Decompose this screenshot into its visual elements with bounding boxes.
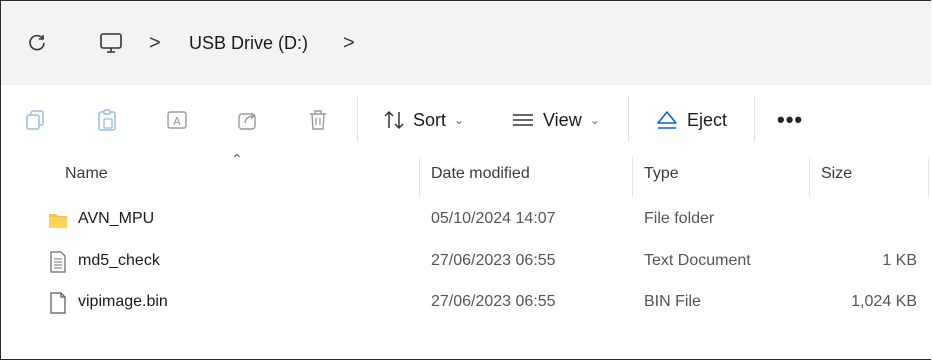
breadcrumb-chevron-icon[interactable]: >: [149, 32, 161, 55]
sort-label: Sort: [413, 109, 447, 130]
file-date-modified: 05/10/2024 14:07: [431, 210, 556, 227]
file-date-modified: 27/06/2023 06:55: [431, 252, 556, 269]
sort-ascending-icon: ⌃: [231, 151, 243, 167]
paste-icon[interactable]: [96, 108, 118, 132]
view-icon: [513, 114, 533, 126]
breadcrumb-usb-drive[interactable]: USB Drive (D:): [189, 33, 308, 54]
file-type: Text Document: [644, 252, 751, 269]
column-divider[interactable]: [928, 157, 929, 197]
eject-icon: [657, 111, 677, 129]
text-document-icon: [50, 251, 66, 273]
view-label: View: [543, 109, 582, 130]
list-item[interactable]: md5_check 27/06/2023 06:55 Text Document…: [1, 241, 931, 283]
address-bar: > USB Drive (D:) >: [1, 1, 931, 85]
sort-icon: [384, 110, 404, 130]
column-divider[interactable]: [809, 157, 810, 197]
this-pc-icon[interactable]: [97, 29, 125, 57]
file-type: File folder: [644, 210, 715, 227]
file-size: 1 KB: [882, 252, 917, 269]
chevron-down-icon: ⌄: [454, 113, 465, 127]
column-divider[interactable]: [419, 157, 420, 197]
toolbar-separator: [628, 96, 629, 142]
file-size: 1,024 KB: [851, 293, 917, 310]
delete-icon[interactable]: [307, 108, 329, 132]
breadcrumb-chevron-icon[interactable]: >: [343, 32, 355, 55]
toolbar-separator: [357, 96, 358, 142]
more-options-button[interactable]: •••: [777, 107, 803, 133]
share-icon[interactable]: [237, 108, 259, 132]
file-name: AVN_MPU: [78, 210, 155, 227]
column-header-size[interactable]: Size: [821, 165, 852, 183]
eject-label: Eject: [687, 109, 728, 130]
toolbar-separator: [754, 96, 755, 142]
eject-button[interactable]: Eject: [655, 101, 727, 139]
list-item[interactable]: vipimage.bin 27/06/2023 06:55 BIN File 1…: [1, 282, 931, 324]
sort-button[interactable]: Sort ⌄: [383, 101, 464, 139]
file-icon: [50, 292, 66, 314]
file-type: BIN File: [644, 293, 701, 310]
file-name: md5_check: [78, 252, 160, 269]
svg-text:A: A: [173, 115, 181, 128]
view-button[interactable]: View ⌄: [511, 101, 600, 139]
copy-icon[interactable]: [25, 108, 47, 132]
rename-icon[interactable]: A: [166, 108, 188, 132]
column-divider[interactable]: [632, 157, 633, 197]
list-item[interactable]: AVN_MPU 05/10/2024 14:07 File folder: [1, 199, 931, 241]
column-header-type[interactable]: Type: [644, 165, 679, 183]
refresh-icon[interactable]: [25, 31, 49, 55]
file-explorer-window: > USB Drive (D:) > A Sort ⌄ View ⌄ Eject…: [0, 0, 931, 360]
file-date-modified: 27/06/2023 06:55: [431, 293, 556, 310]
file-name: vipimage.bin: [78, 293, 168, 310]
column-header-date-modified[interactable]: Date modified: [431, 165, 530, 183]
column-header-name[interactable]: Name: [65, 165, 108, 183]
chevron-down-icon: ⌄: [589, 113, 600, 127]
folder-icon: [49, 214, 67, 228]
